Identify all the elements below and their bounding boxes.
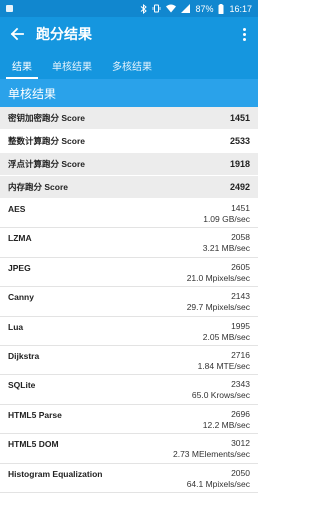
benchmark-score: 1451 (231, 203, 250, 213)
benchmark-score: 2716 (231, 349, 250, 360)
benchmark-score: 2696 (231, 408, 250, 419)
benchmark-name: Lua (8, 321, 24, 332)
benchmark-name: HTML5 DOM (8, 439, 59, 450)
tab-results[interactable]: 结果 (2, 51, 42, 79)
benchmark-name: AES (8, 204, 26, 214)
tab-single-core[interactable]: 单核结果 (42, 51, 102, 79)
status-bar: 87% 16:17 (0, 0, 258, 17)
benchmark-row-dijkstra: Dijkstra 2716 1.84 MTE/sec (0, 346, 258, 376)
score-label: 浮点计算跑分 Score (8, 159, 85, 169)
benchmark-row-canny: Canny 2143 29.7 Mpixels/sec (0, 287, 258, 317)
benchmark-score: 3012 (231, 438, 250, 449)
status-left (6, 5, 13, 12)
score-row-memory: 内存跑分 Score 2492 (0, 176, 258, 199)
benchmark-name: Histogram Equalization (8, 468, 103, 479)
back-button[interactable] (8, 25, 26, 43)
benchmark-score: 1995 (231, 320, 250, 331)
benchmark-list: AES 1451 1.09 GB/sec LZMA 2058 3.21 MB/s… (0, 199, 258, 493)
app-bar: 跑分结果 (0, 17, 258, 51)
tab-bar: 结果 单核结果 多核结果 (0, 51, 258, 79)
more-options-button[interactable] (238, 25, 250, 43)
score-label: 整数计算跑分 Score (8, 136, 85, 146)
benchmark-row-html5-parse: HTML5 Parse 2696 12.2 MB/sec (0, 405, 258, 435)
score-row-integer: 整数计算跑分 Score 2533 (0, 130, 258, 153)
benchmark-name: JPEG (8, 262, 31, 273)
benchmark-row-histogram-equalization: Histogram Equalization 2050 64.1 Mpixels… (0, 464, 258, 493)
wifi-icon (166, 4, 177, 13)
score-value: 2533 (229, 136, 250, 146)
benchmark-row-html5-dom: HTML5 DOM 3012 2.73 MElements/sec (0, 434, 258, 464)
benchmark-rate: 21.0 Mpixels/sec (186, 272, 250, 283)
benchmark-rate: 1.84 MTE/sec (197, 360, 250, 371)
bluetooth-icon (140, 3, 148, 14)
battery-percent: 87% (195, 3, 214, 14)
score-row-crypto: 密钥加密跑分 Score 1451 (0, 107, 258, 130)
clock: 16:17 (229, 3, 252, 14)
benchmark-name: Canny (8, 292, 34, 303)
benchmark-row-sqlite: SQLite 2343 65.0 Krows/sec (0, 375, 258, 405)
benchmark-row-jpeg: JPEG 2605 21.0 Mpixels/sec (0, 258, 258, 288)
benchmark-score: 2058 (231, 232, 250, 243)
score-label: 内存跑分 Score (8, 182, 68, 192)
signal-icon (181, 4, 191, 13)
benchmark-rate: 1.09 GB/sec (203, 214, 250, 224)
score-row-float: 浮点计算跑分 Score 1918 (0, 153, 258, 176)
benchmark-score: 2143 (231, 291, 250, 302)
benchmark-name: Dijkstra (8, 350, 40, 361)
benchmark-rate: 12.2 MB/sec (202, 419, 250, 430)
page-title: 跑分结果 (36, 26, 92, 42)
tab-multi-core[interactable]: 多核结果 (102, 51, 162, 79)
benchmark-row-aes: AES 1451 1.09 GB/sec (0, 199, 258, 229)
benchmark-name: LZMA (8, 233, 32, 244)
benchmark-row-lua: Lua 1995 2.05 MB/sec (0, 317, 258, 346)
score-value: 1451 (229, 113, 250, 123)
benchmark-rate: 65.0 Krows/sec (191, 390, 250, 401)
benchmark-rate: 2.05 MB/sec (202, 331, 250, 342)
score-value: 1918 (229, 159, 250, 169)
notification-icon (6, 5, 13, 12)
benchmark-name: SQLite (8, 380, 36, 391)
benchmark-score: 2605 (231, 261, 250, 272)
benchmark-rate: 3.21 MB/sec (202, 243, 250, 254)
arrow-left-icon (10, 27, 24, 41)
score-value: 2492 (229, 182, 250, 192)
section-header: 单核结果 (0, 79, 258, 107)
more-vert-icon (242, 27, 246, 31)
benchmark-rate: 64.1 Mpixels/sec (186, 478, 250, 489)
vibrate-icon (152, 4, 161, 13)
benchmark-row-lzma: LZMA 2058 3.21 MB/sec (0, 228, 258, 258)
benchmark-rate: 2.73 MElements/sec (172, 449, 250, 460)
score-label: 密钥加密跑分 Score (8, 113, 85, 123)
benchmark-rate: 29.7 Mpixels/sec (186, 302, 250, 313)
status-right: 87% 16:17 (140, 3, 252, 14)
benchmark-name: HTML5 Parse (8, 409, 62, 420)
score-summary: 密钥加密跑分 Score 1451 整数计算跑分 Score 2533 浮点计算… (0, 107, 258, 199)
benchmark-score: 2050 (231, 467, 250, 478)
benchmark-score: 2343 (231, 379, 250, 390)
battery-icon (218, 3, 224, 14)
